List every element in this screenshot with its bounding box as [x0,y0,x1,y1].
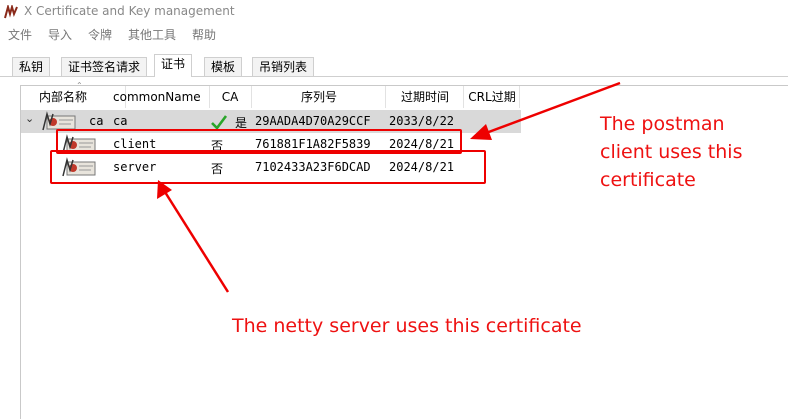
column-serial[interactable]: 序列号 [253,86,386,108]
highlight-box-server [50,150,486,184]
table-header: ⌃ 内部名称 commonName CA 序列号 过期时间 CRL过期 [21,81,788,108]
annotation-server-note: The netty server uses this certificate [232,315,582,337]
tab-revocation-lists[interactable]: 吊销列表 [252,57,315,76]
menu-import[interactable]: 导入 [48,26,72,43]
column-expiry[interactable]: 过期时间 [387,86,464,108]
column-common-name[interactable]: commonName [109,86,210,108]
window-title: X Certificate and Key management [24,4,235,18]
checkmark-icon [211,115,228,130]
menu-file[interactable]: 文件 [8,26,32,43]
title-bar: X Certificate and Key management [0,0,788,24]
tab-templates[interactable]: 模板 [204,57,243,76]
tab-certificates[interactable]: 证书 [154,54,193,77]
menu-token[interactable]: 令牌 [88,26,112,43]
column-crl-expiry[interactable]: CRL过期 [465,86,520,108]
tab-private-keys[interactable]: 私钥 [12,57,51,76]
common-name: ca [113,114,128,128]
app-logo-icon [4,5,18,19]
collapse-chevron-icon[interactable]: ⌄ [25,112,34,125]
tab-bar: 私钥 证书签名请求 证书 模板 吊销列表 [0,54,788,77]
annotation-client-line2: client uses this [600,141,743,163]
menu-other-tools[interactable]: 其他工具 [128,26,176,43]
column-ca[interactable]: CA [209,86,252,108]
tab-csr[interactable]: 证书签名请求 [61,57,148,76]
menu-bar: 文件 导入 令牌 其他工具 帮助 [0,24,788,44]
annotation-client-line1: The postman [600,113,725,135]
menu-help[interactable]: 帮助 [192,26,216,43]
annotation-client-line3: certificate [600,169,696,191]
annotation-client-note: The postman client uses this certificate [600,110,742,194]
serial-number: 29AADA4D70A29CCF [255,114,371,128]
internal-name: ca [89,114,104,128]
expiry-date: 2033/8/22 [389,114,455,128]
